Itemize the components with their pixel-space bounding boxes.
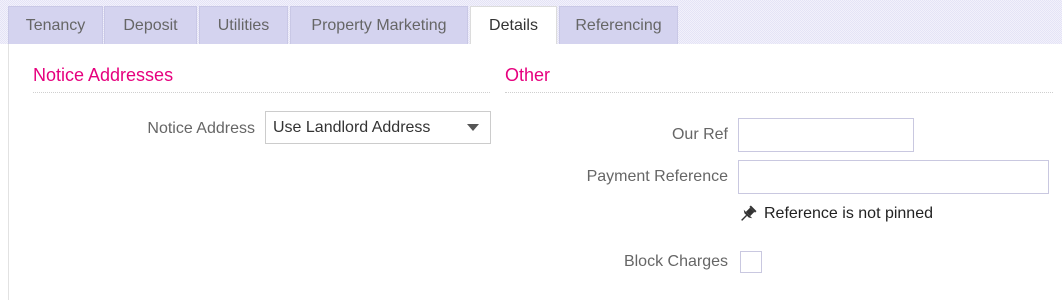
notice-address-label: Notice Address <box>147 120 255 137</box>
our-ref-input[interactable] <box>738 118 914 152</box>
tab-label: Referencing <box>575 16 662 34</box>
other-title: Other <box>505 65 551 85</box>
section-divider <box>33 92 490 93</box>
payment-reference-input[interactable] <box>738 160 1049 194</box>
tab-label: Details <box>489 17 538 34</box>
tab-label: Tenancy <box>25 16 86 34</box>
chevron-down-icon <box>467 124 479 131</box>
pin-status-row[interactable]: Reference is not pinned <box>738 204 933 224</box>
section-divider <box>505 92 1053 93</box>
tab-bar: Tenancy Deposit Utilities Property Marke… <box>0 0 1062 45</box>
notice-addresses-title: Notice Addresses <box>33 65 174 85</box>
tab-utilities[interactable]: Utilities <box>199 6 288 44</box>
pushpin-icon <box>738 204 758 224</box>
tab-label: Property Marketing <box>311 16 447 34</box>
notice-address-select[interactable]: Use Landlord Address <box>265 111 491 144</box>
tab-deposit[interactable]: Deposit <box>104 6 197 44</box>
tab-label: Deposit <box>123 16 178 34</box>
tab-property-marketing[interactable]: Property Marketing <box>290 6 468 44</box>
tab-details[interactable]: Details <box>470 6 557 45</box>
tab-referencing[interactable]: Referencing <box>559 6 678 44</box>
notice-address-value: Use Landlord Address <box>273 118 431 136</box>
tab-label: Utilities <box>217 16 270 34</box>
block-charges-checkbox[interactable] <box>740 251 762 273</box>
our-ref-label: Our Ref <box>671 126 728 143</box>
pin-status-text: Reference is not pinned <box>764 205 933 222</box>
block-charges-label: Block Charges <box>623 253 728 270</box>
tab-tenancy[interactable]: Tenancy <box>8 6 103 44</box>
payment-reference-label: Payment Reference <box>586 168 728 185</box>
details-panel: Notice Addresses Notice Address Use Land… <box>8 44 1062 300</box>
